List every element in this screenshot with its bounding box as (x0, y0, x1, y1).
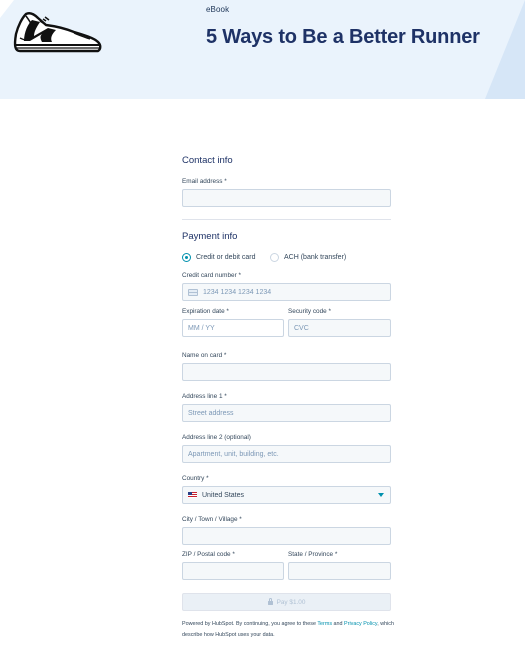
payment-method-card-label: Credit or debit card (196, 254, 256, 261)
state-input[interactable] (288, 562, 391, 580)
card-number-label: Credit card number * (182, 272, 241, 279)
country-select[interactable]: United States (182, 486, 391, 504)
hero-kicker: eBook (206, 5, 230, 14)
pay-button[interactable]: Pay $1.00 (182, 593, 391, 611)
country-label: Country * (182, 475, 209, 482)
email-field[interactable] (182, 189, 391, 207)
lock-icon (267, 598, 273, 605)
radio-unselected-icon (270, 253, 279, 262)
contact-info-heading: Contact info (182, 155, 233, 166)
security-code-input[interactable]: CVC (288, 319, 391, 337)
legal-text-before: Powered by HubSpot. By continuing, you a… (182, 621, 318, 627)
legal-and-text: and (332, 621, 345, 627)
payment-method-ach-radio[interactable]: ACH (bank transfer) (270, 253, 346, 262)
expiration-label: Expiration date * (182, 308, 229, 315)
privacy-policy-link[interactable]: Privacy Policy (344, 621, 377, 627)
hero-corner-decoration (485, 0, 525, 99)
payment-info-heading: Payment info (182, 231, 238, 242)
address-line2-input[interactable]: Apartment, unit, building, etc. (182, 445, 391, 463)
name-on-card-input[interactable] (182, 363, 391, 381)
payment-method-card-radio[interactable]: Credit or debit card (182, 253, 256, 262)
hero-banner: eBook 5 Ways to Be a Better Runner (0, 0, 525, 99)
zip-label: ZIP / Postal code * (182, 551, 235, 558)
card-number-input[interactable]: 1234 1234 1234 1234 (182, 283, 391, 301)
city-label: City / Town / Village * (182, 516, 242, 523)
running-shoe-icon (13, 12, 102, 53)
expiration-input[interactable]: MM / YY (182, 319, 284, 337)
name-on-card-label: Name on card * (182, 352, 227, 359)
legal-notice: Powered by HubSpot. By continuing, you a… (182, 619, 394, 641)
city-input[interactable] (182, 527, 391, 545)
country-selected-value: United States (202, 491, 245, 499)
section-divider (182, 219, 391, 220)
email-label: Email address * (182, 178, 227, 185)
state-label: State / Province * (288, 551, 338, 558)
address-line1-input[interactable]: Street address (182, 404, 391, 422)
terms-link[interactable]: Terms (317, 621, 332, 627)
security-code-label: Security code * (288, 308, 331, 315)
us-flag-icon (188, 492, 197, 498)
credit-card-icon (188, 288, 198, 296)
address-line1-label: Address line 1 * (182, 393, 227, 400)
payment-method-ach-label: ACH (bank transfer) (284, 254, 347, 261)
radio-selected-icon (182, 253, 191, 262)
card-number-placeholder: 1234 1234 1234 1234 (203, 288, 272, 296)
address-line2-label: Address line 2 (optional) (182, 434, 251, 441)
pay-button-label: Pay $1.00 (276, 598, 306, 606)
page-title: 5 Ways to Be a Better Runner (206, 26, 480, 48)
chevron-down-icon (378, 493, 384, 497)
zip-input[interactable] (182, 562, 284, 580)
